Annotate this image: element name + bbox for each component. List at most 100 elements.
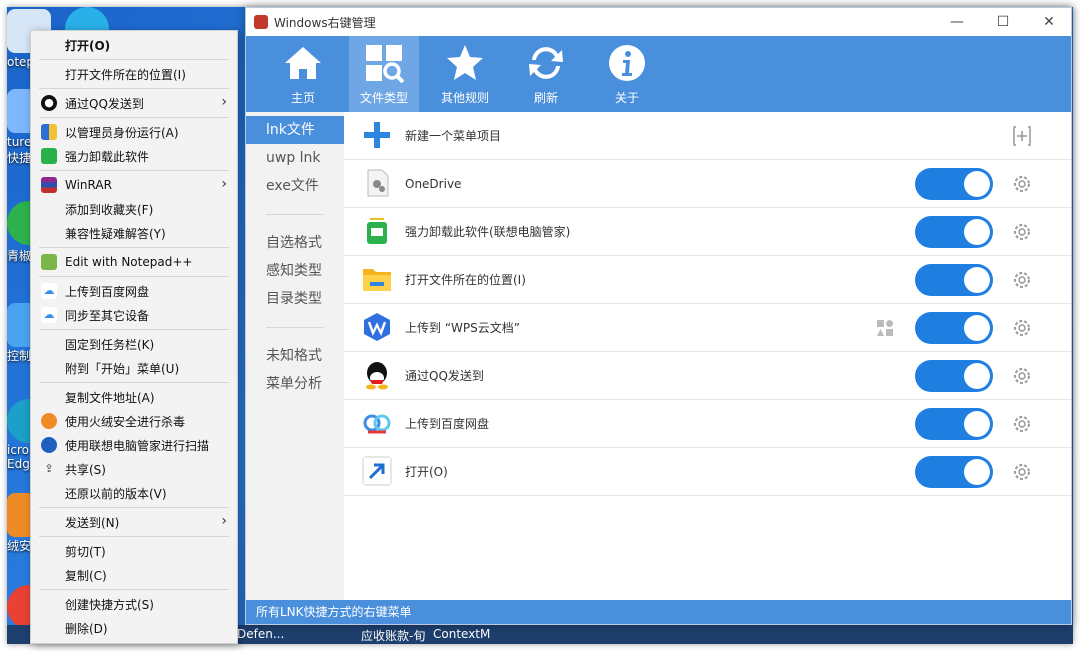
menu-item-label: 固定到任务栏(K) [65,337,155,352]
toggle-knob [964,315,990,341]
menu-item-list: 新建一个菜单项目 OneDrive 强力卸载此软件(联想电脑管家) 打开文件所在… [344,112,1071,600]
toggle-switch[interactable] [915,264,993,296]
menu-row-open[interactable]: 打开(O) [344,448,1071,496]
toggle-switch[interactable] [915,408,993,440]
menu-item-share[interactable]: ⇪ 共享(S) [31,457,237,481]
menu-item-restore-versions[interactable]: 还原以前的版本(V) [31,481,237,505]
menu-item-label: 强力卸载此软件 [65,149,150,164]
menu-item-create-shortcut[interactable]: 创建快捷方式(S) [31,592,237,616]
close-button[interactable]: ✕ [1026,8,1072,36]
row-label: 强力卸载此软件(联想电脑管家) [405,225,571,239]
gear-icon[interactable] [1012,174,1032,194]
nav-perceived-type[interactable]: 感知类型 [246,257,344,285]
menu-item-send-to[interactable]: 发送到(N) › [31,510,237,534]
menu-item-pin-taskbar[interactable]: 固定到任务栏(K) [31,332,237,356]
menu-row-send-qq[interactable]: 通过QQ发送到 [344,352,1071,400]
menu-item-label: 复制(C) [65,568,107,583]
menu-item-compatibility[interactable]: 兼容性疑难解答(Y) [31,221,237,245]
gear-icon[interactable] [1012,462,1032,482]
menu-item-send-qq[interactable]: ● 通过QQ发送到 › [31,91,237,115]
minimize-button[interactable]: — [934,8,980,36]
menu-item-label: 通过QQ发送到 [65,96,144,111]
menu-row-wps-cloud[interactable]: 上传到 “WPS云文档” [344,304,1071,352]
toggle-switch[interactable] [915,456,993,488]
menu-item-sync-device[interactable]: ☁ 同步至其它设备 [31,303,237,327]
menu-item-open[interactable]: 打开(O) [31,33,237,57]
menu-item-force-uninstall[interactable]: 强力卸载此软件 [31,144,237,168]
nav-exe-files[interactable]: exe文件 [246,172,344,200]
taskbar-item[interactable]: 应收账款-旬 [361,627,425,644]
menu-item-run-as-admin[interactable]: 以管理员身份运行(A) [31,120,237,144]
toggle-switch[interactable] [915,360,993,392]
toolbar-label: 主页 [290,91,315,105]
maximize-button[interactable]: ☐ [980,8,1026,36]
onedrive-icon [367,169,389,197]
menu-item-label: 复制文件地址(A) [65,390,155,405]
menu-item-winrar[interactable]: WinRAR › [31,173,237,197]
toggle-switch[interactable] [915,168,993,200]
menu-row-open-location[interactable]: 打开文件所在的位置(I) [344,256,1071,304]
gear-icon[interactable] [1012,270,1032,290]
gear-icon[interactable] [1012,222,1032,242]
gear-icon[interactable] [1012,366,1032,386]
menu-item-baidu-upload[interactable]: ☁ 上传到百度网盘 [31,279,237,303]
toggle-knob [964,363,990,389]
menu-separator [39,88,229,89]
toolbar-refresh-button[interactable]: 刷新 [511,36,581,112]
menu-item-label: 还原以前的版本(V) [65,486,167,501]
toolbar-other-rules-button[interactable]: 其他规则 [430,36,500,112]
toggle-knob [964,459,990,485]
desktop-label: 青椒 [7,249,32,263]
nav-menu-analysis[interactable]: 菜单分析 [246,370,344,398]
info-icon [609,45,645,81]
taskbar-item[interactable]: Defen... [237,627,284,641]
menu-item-copy-path[interactable]: 复制文件地址(A) [31,385,237,409]
menu-item-lenovo-scan[interactable]: 使用联想电脑管家进行扫描 [31,433,237,457]
add-item-icon[interactable] [1012,126,1032,146]
nav-custom-format[interactable]: 自选格式 [246,229,344,257]
sync-icon: ☁ [41,307,57,323]
nav-lnk-files[interactable]: lnk文件 [246,116,344,144]
nav-uwp-lnk[interactable]: uwp lnk [246,144,344,172]
toggle-switch[interactable] [915,312,993,344]
row-label: 上传到百度网盘 [405,417,490,431]
nav-directory-type[interactable]: 目录类型 [246,285,344,313]
shapes-icon[interactable] [876,319,894,337]
desktop-label: Edg [7,457,30,471]
toolbar-file-type-button[interactable]: 文件类型 [349,36,419,112]
menu-separator [39,536,229,537]
toolbar-about-button[interactable]: 关于 [592,36,662,112]
menu-item-huorong-scan[interactable]: 使用火绒安全进行杀毒 [31,409,237,433]
menu-item-add-favorites[interactable]: 添加到收藏夹(F) [31,197,237,221]
menu-item-delete[interactable]: 删除(D) [31,616,237,640]
menu-item-notepadpp[interactable]: Edit with Notepad++ [31,250,237,274]
desktop-label: ture [7,135,32,149]
folder-icon [363,269,391,291]
row-label: 打开(O) [405,465,448,479]
menu-row-onedrive[interactable]: OneDrive [344,160,1071,208]
nav-unknown-format[interactable]: 未知格式 [246,342,344,370]
menu-item-open-location[interactable]: 打开文件所在的位置(I) [31,62,237,86]
menu-item-copy[interactable]: 复制(C) [31,563,237,587]
new-item-row[interactable]: 新建一个菜单项目 [344,112,1071,160]
row-label: 打开文件所在的位置(I) [405,273,526,287]
toolbar-home-button[interactable]: 主页 [268,36,338,112]
menu-item-cut[interactable]: 剪切(T) [31,539,237,563]
menu-item-label: 兼容性疑难解答(Y) [65,226,166,241]
star-icon [447,45,483,80]
menu-separator [39,59,229,60]
menu-separator [39,329,229,330]
plus-icon [364,122,390,148]
uninstall-icon [41,148,57,164]
taskbar-item[interactable]: ContextM [433,627,490,641]
nav-separator [266,214,324,215]
menu-row-force-uninstall[interactable]: 强力卸载此软件(联想电脑管家) [344,208,1071,256]
gear-icon[interactable] [1012,318,1032,338]
toggle-switch[interactable] [915,216,993,248]
gear-icon[interactable] [1012,414,1032,434]
menu-row-baidu-upload[interactable]: 上传到百度网盘 [344,400,1071,448]
baidu-netdisk-icon: ☁ [41,283,57,299]
toolbar-label: 文件类型 [359,91,408,105]
desktop-label: icro [7,443,29,457]
menu-item-pin-start[interactable]: 附到「开始」菜单(U) [31,356,237,380]
